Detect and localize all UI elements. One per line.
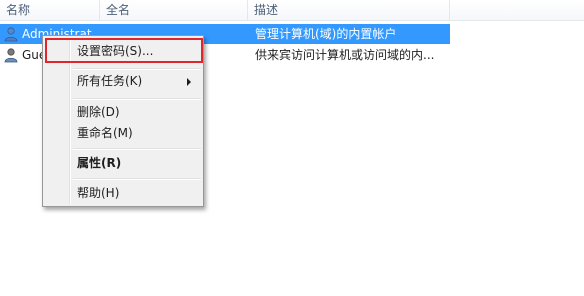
row-description: 供来宾访问计算机或访问域的内... [255, 48, 435, 62]
column-header-fullname[interactable]: 全名 [100, 0, 248, 20]
menu-item-label: 所有任务(K) [77, 74, 143, 88]
menu-item-all-tasks[interactable]: 所有任务(K) [45, 70, 201, 92]
column-header-name[interactable]: 名称 [0, 0, 100, 20]
annotation-highlight-box [45, 38, 203, 63]
row-name: Gue [22, 48, 42, 62]
menu-item-help[interactable]: 帮助(H) [45, 182, 201, 204]
menu-separator [73, 148, 201, 150]
menu-separator [73, 178, 201, 180]
submenu-arrow-icon [187, 78, 191, 86]
menu-item-delete[interactable]: 删除(D) [45, 101, 201, 123]
menu-item-rename[interactable]: 重命名(M) [45, 122, 201, 144]
user-icon [4, 27, 18, 42]
menu-separator [73, 98, 201, 100]
guest-user-icon [4, 48, 18, 63]
row-description: 管理计算机(域)的内置帐户 [255, 27, 397, 41]
list-header: 名称 全名 描述 [0, 0, 584, 21]
menu-item-properties[interactable]: 属性(R) [45, 152, 201, 174]
column-header-description[interactable]: 描述 [248, 0, 450, 20]
